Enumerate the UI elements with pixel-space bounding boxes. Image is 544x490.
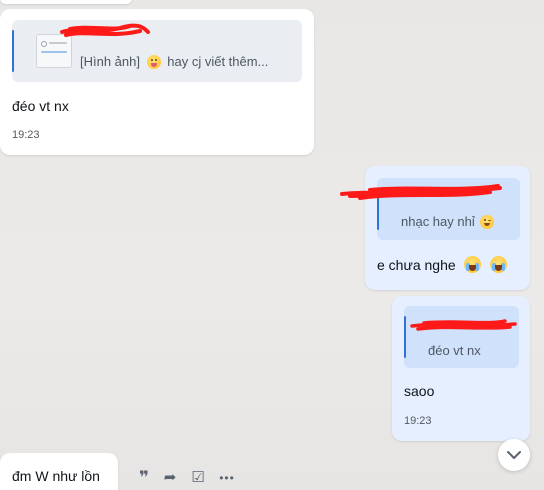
crying-face-emoji [463,256,481,273]
scroll-to-bottom-button[interactable] [498,439,530,471]
redacted-sender-name [60,23,150,37]
more-icon[interactable]: ••• [214,468,240,488]
message-time: 19:23 [404,415,432,427]
outgoing-message[interactable]: nhạc hay nhỉ e chưa nghe [340,166,530,290]
quote-bar [12,30,14,72]
task-icon[interactable]: ☑ [188,468,208,488]
quote-text: nhạc hay nhỉ [401,214,495,229]
outgoing-message[interactable]: đéo vt nx saoo 19:23 [392,296,530,441]
message-time: 19:23 [12,129,40,141]
forward-icon[interactable]: ➦ [160,468,180,488]
incoming-message[interactable]: [Hình ảnh] hay cj viết thêm... đéo vt nx… [0,9,314,155]
winking-face-emoji [480,215,495,229]
quote-text: đéo vt nx [428,343,481,358]
message-text: e chưa nghe [377,256,508,273]
quote-icon[interactable]: ❞ [134,468,154,488]
quote-text: [Hình ảnh] hay cj viết thêm... [80,54,269,69]
quote-bar [404,316,406,358]
previous-message-bubble [0,0,132,4]
redacted-sender-name [410,319,517,331]
crying-face-emoji [490,256,508,273]
message-text: đéo vt nx [12,98,69,114]
chevron-down-icon [507,451,521,459]
incoming-message[interactable]: đm W như lồn [0,453,118,490]
message-text: saoo [404,383,435,399]
redacted-sender-name [340,184,502,200]
reply-quote[interactable]: [Hình ảnh] hay cj viết thêm... [12,20,302,82]
message-text: đm W như lồn [12,468,100,484]
chat-area: [Hình ảnh] hay cj viết thêm... đéo vt nx… [0,0,544,490]
tongue-face-emoji [146,55,161,69]
